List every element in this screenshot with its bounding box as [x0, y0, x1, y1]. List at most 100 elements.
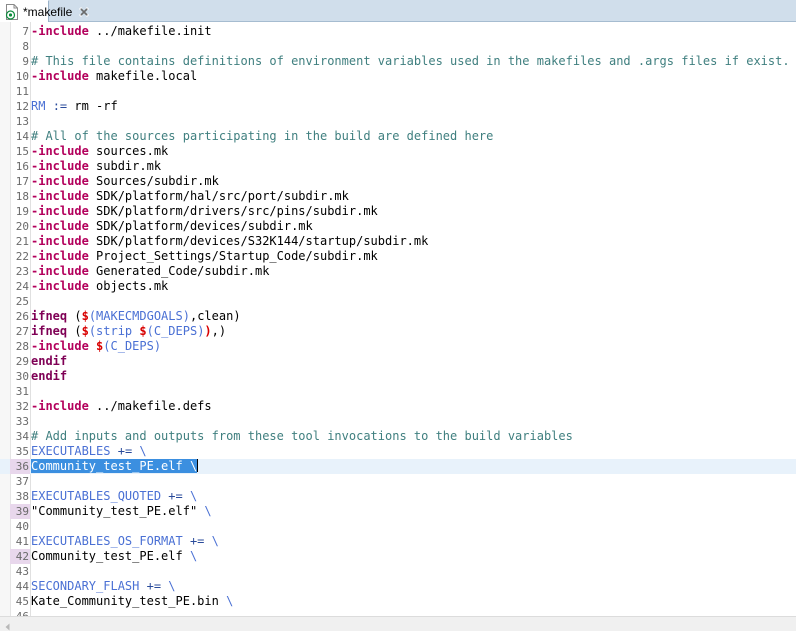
- code-lines[interactable]: 7 -include ../makefile.init 8 9 # This file …: [0, 22, 796, 616]
- code-line[interactable]: 18 -include SDK/platform/hal/src/port/sub…: [0, 189, 796, 204]
- code-text[interactable]: -include subdir.mk: [31, 159, 161, 174]
- code-line[interactable]: 15 -include sources.mk: [0, 144, 796, 159]
- code-text[interactable]: -include Generated_Code/subdir.mk: [31, 264, 269, 279]
- code-line[interactable]: 25: [0, 294, 796, 309]
- code-text[interactable]: # All of the sources participating in th…: [31, 129, 493, 144]
- code-line[interactable]: 19 -include SDK/platform/drivers/src/pins…: [0, 204, 796, 219]
- code-line[interactable]: 39 "Community_test_PE.elf" \: [0, 504, 796, 519]
- line-number: 45: [15, 595, 29, 608]
- code-token: endif: [31, 369, 68, 383]
- code-token: \: [211, 534, 219, 548]
- code-line[interactable]: 41 EXECUTABLES_OS_FORMAT += \: [0, 534, 796, 549]
- code-line[interactable]: 43: [0, 564, 796, 579]
- code-token: +=: [146, 579, 162, 593]
- code-line[interactable]: 24 -include objects.mk: [0, 279, 796, 294]
- code-text[interactable]: EXECUTABLES_QUOTED += \: [31, 489, 197, 504]
- code-text[interactable]: # Add inputs and outputs from these tool…: [31, 429, 573, 444]
- line-number: 43: [15, 565, 29, 578]
- text-caret: [197, 459, 199, 472]
- code-text[interactable]: ifneq ($(strip $(C_DEPS)),): [31, 324, 226, 339]
- code-text[interactable]: endif: [31, 369, 67, 384]
- code-token: ,): [211, 324, 227, 338]
- code-text[interactable]: EXECUTABLES_OS_FORMAT += \: [31, 534, 219, 549]
- code-text[interactable]: -include Project_Settings/Startup_Code/s…: [31, 249, 378, 264]
- code-line[interactable]: 32 -include ../makefile.defs: [0, 399, 796, 414]
- horizontal-scrollbar[interactable]: [0, 616, 796, 631]
- code-line[interactable]: 20 -include SDK/platform/devices/subdir.m…: [0, 219, 796, 234]
- code-line[interactable]: 7 -include ../makefile.init: [0, 24, 796, 39]
- code-line[interactable]: 9 # This file contains definitions of env…: [0, 54, 796, 69]
- code-line[interactable]: 8: [0, 39, 796, 54]
- code-line[interactable]: 27 ifneq ($(strip $(C_DEPS)),): [0, 324, 796, 339]
- code-line[interactable]: 36 Community_test_PE.elf \: [0, 459, 796, 474]
- code-line[interactable]: 33: [0, 414, 796, 429]
- code-text[interactable]: Kate_Community_test_PE.bin \: [31, 594, 233, 609]
- code-text[interactable]: -include ../makefile.defs: [31, 399, 212, 414]
- code-line[interactable]: 28 -include $(C_DEPS): [0, 339, 796, 354]
- code-line[interactable]: 44 SECONDARY_FLASH += \: [0, 579, 796, 594]
- line-number: 46: [10, 609, 30, 616]
- code-text[interactable]: RM := rm -rf: [31, 99, 118, 114]
- code-line[interactable]: 13: [0, 114, 796, 129]
- code-text[interactable]: Community_test_PE.elf \: [31, 549, 197, 564]
- line-number: 12: [15, 100, 29, 113]
- code-text[interactable]: -include sources.mk: [31, 144, 168, 159]
- code-text[interactable]: # This file contains definitions of envi…: [31, 54, 790, 69]
- line-number: 30: [15, 370, 29, 383]
- code-text[interactable]: -include makefile.local: [31, 69, 197, 84]
- code-line[interactable]: 23 -include Generated_Code/subdir.mk: [0, 264, 796, 279]
- code-token: \: [204, 504, 212, 518]
- line-number: 44: [15, 580, 29, 593]
- code-line[interactable]: 21 -include SDK/platform/devices/S32K144/…: [0, 234, 796, 249]
- code-line[interactable]: 29 endif: [0, 354, 796, 369]
- code-line[interactable]: 40: [0, 519, 796, 534]
- code-text[interactable]: endif: [31, 354, 67, 369]
- code-line[interactable]: 14 # All of the sources participating in …: [0, 129, 796, 144]
- code-line[interactable]: 31: [0, 384, 796, 399]
- code-text[interactable]: -include SDK/platform/hal/src/port/subdi…: [31, 189, 349, 204]
- line-number: 15: [15, 145, 29, 158]
- tab-makefile[interactable]: *makefile: [0, 0, 89, 22]
- code-text[interactable]: "Community_test_PE.elf" \: [31, 504, 212, 519]
- code-line[interactable]: 10 -include makefile.local: [0, 69, 796, 84]
- code-text[interactable]: EXECUTABLES += \: [31, 444, 147, 459]
- code-line[interactable]: 42 Community_test_PE.elf \: [0, 549, 796, 564]
- scroll-left-arrow-icon[interactable]: [2, 618, 14, 631]
- code-text[interactable]: -include ../makefile.init: [31, 24, 212, 39]
- code-text[interactable]: -include objects.mk: [31, 279, 168, 294]
- code-line[interactable]: 16 -include subdir.mk: [0, 159, 796, 174]
- code-line[interactable]: 11: [0, 84, 796, 99]
- code-text[interactable]: -include SDK/platform/devices/subdir.mk: [31, 219, 313, 234]
- code-text[interactable]: SECONDARY_FLASH += \: [31, 579, 176, 594]
- code-line[interactable]: 37: [0, 474, 796, 489]
- close-icon[interactable]: [78, 6, 90, 18]
- code-line[interactable]: 46: [0, 609, 796, 616]
- code-token: Generated_Code/subdir.mk: [88, 264, 270, 278]
- code-line[interactable]: 45 Kate_Community_test_PE.bin \: [0, 594, 796, 609]
- code-text[interactable]: -include Sources/subdir.mk: [31, 174, 219, 189]
- code-token: -include: [31, 144, 89, 158]
- code-text[interactable]: ifneq ($(MAKECMDGOALS),clean): [31, 309, 241, 324]
- code-line[interactable]: 30 endif: [0, 369, 796, 384]
- line-number: 32: [15, 400, 29, 413]
- code-text[interactable]: -include $(C_DEPS): [31, 339, 161, 354]
- code-token: Project_Settings/Startup_Code/subdir.mk: [88, 249, 378, 263]
- line-number: 9: [22, 55, 29, 68]
- code-text[interactable]: -include SDK/platform/devices/S32K144/st…: [31, 234, 428, 249]
- code-token: -include: [31, 174, 89, 188]
- code-line[interactable]: 34 # Add inputs and outputs from these to…: [0, 429, 796, 444]
- code-token: -include: [31, 204, 89, 218]
- line-number: 18: [15, 190, 29, 203]
- line-number: 21: [15, 235, 29, 248]
- code-line[interactable]: 26 ifneq ($(MAKECMDGOALS),clean): [0, 309, 796, 324]
- code-line[interactable]: 17 -include Sources/subdir.mk: [0, 174, 796, 189]
- line-number: 40: [15, 520, 29, 533]
- code-line[interactable]: 12 RM := rm -rf: [0, 99, 796, 114]
- code-line[interactable]: 35 EXECUTABLES += \: [0, 444, 796, 459]
- line-number: 19: [15, 205, 29, 218]
- code-line[interactable]: 38 EXECUTABLES_QUOTED += \: [0, 489, 796, 504]
- code-text[interactable]: Community_test_PE.elf \: [31, 459, 199, 474]
- code-line[interactable]: 22 -include Project_Settings/Startup_Code…: [0, 249, 796, 264]
- code-text[interactable]: -include SDK/platform/drivers/src/pins/s…: [31, 204, 378, 219]
- code-editor[interactable]: 7 -include ../makefile.init 8 9 # This file …: [0, 22, 796, 616]
